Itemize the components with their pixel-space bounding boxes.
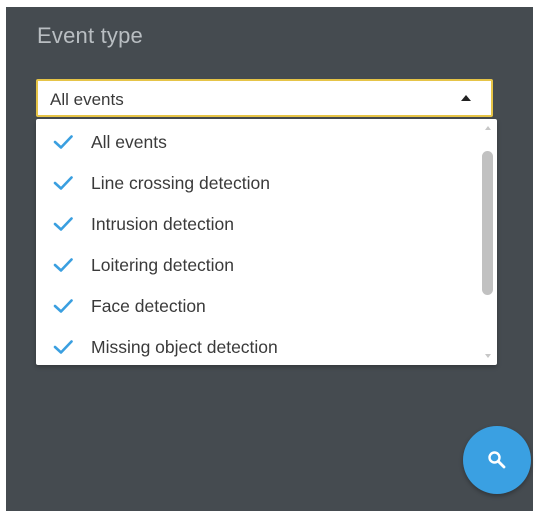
- scrollbar-thumb[interactable]: [482, 151, 493, 295]
- option-loitering-detection[interactable]: Loitering detection: [36, 246, 476, 287]
- option-all-events[interactable]: All events: [36, 123, 476, 164]
- option-face-detection[interactable]: Face detection: [36, 287, 476, 328]
- check-icon: [53, 299, 73, 313]
- search-icon: [488, 451, 506, 469]
- option-line-crossing-detection[interactable]: Line crossing detection: [36, 164, 476, 205]
- event-type-dropdown-list: All events Line crossing detection Intru…: [36, 119, 497, 365]
- search-button[interactable]: [463, 426, 531, 494]
- check-icon: [53, 340, 73, 354]
- check-icon: [53, 135, 73, 149]
- check-icon: [53, 217, 73, 231]
- event-type-heading: Event type: [37, 23, 143, 48]
- option-intrusion-detection[interactable]: Intrusion detection: [36, 205, 476, 246]
- check-icon: [53, 258, 73, 272]
- dropdown-scrollbar[interactable]: [481, 123, 495, 361]
- event-filter-panel: Event type All events All events Line cr…: [6, 7, 533, 511]
- event-type-selected-value: All events: [50, 90, 124, 109]
- event-type-select[interactable]: All events: [36, 79, 493, 117]
- caret-up-icon: [461, 95, 471, 101]
- option-label: Face detection: [91, 296, 206, 316]
- scroll-down-arrow-icon[interactable]: [485, 354, 491, 358]
- option-label: Line crossing detection: [91, 173, 270, 193]
- option-label: Missing object detection: [91, 337, 278, 357]
- scroll-up-arrow-icon[interactable]: [485, 126, 491, 130]
- check-icon: [53, 176, 73, 190]
- option-label: Intrusion detection: [91, 214, 235, 234]
- option-missing-object-detection[interactable]: Missing object detection: [36, 328, 476, 365]
- option-label: Loitering detection: [91, 255, 235, 275]
- option-label: All events: [91, 132, 167, 152]
